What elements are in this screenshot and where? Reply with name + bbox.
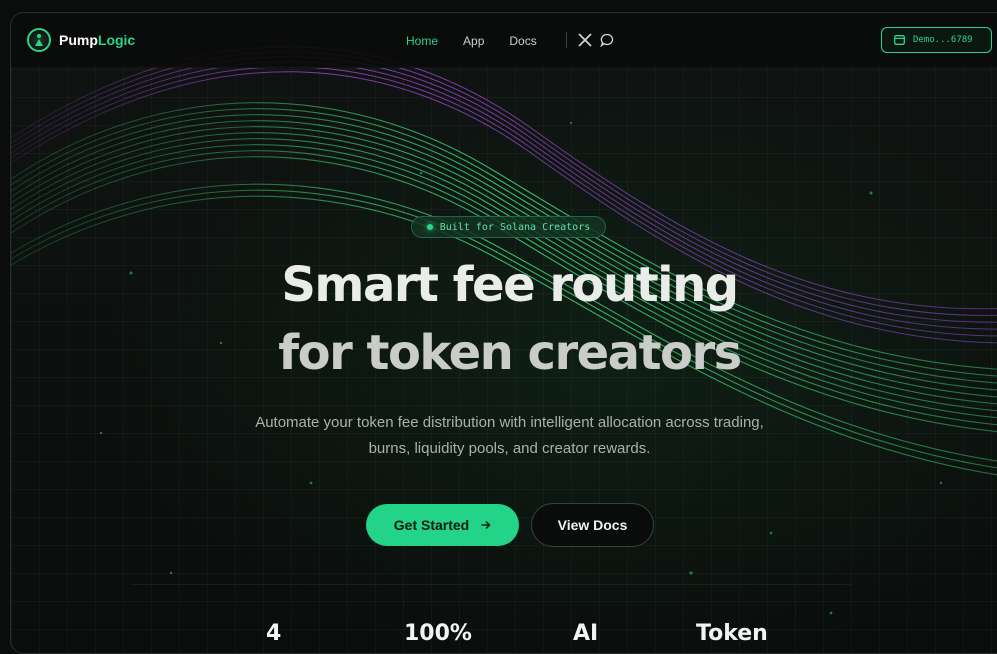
badge-text: Built for Solana Creators [439,221,591,233]
wallet-icon [894,35,905,45]
wallet-button[interactable]: Demo...6789 [881,27,992,53]
get-started-label: Get Started [393,517,470,533]
stat-value: 100% [404,621,472,646]
brand-name-part2: Logic [97,32,136,48]
nav-link-app[interactable]: App [463,34,484,48]
hero-title-line2: for token creators [278,325,742,381]
nav-separator [566,32,567,48]
stat-value: 4 [266,621,282,646]
arrow-right-icon [481,521,491,529]
view-docs-button[interactable]: View Docs [531,503,654,547]
section-divider [131,584,851,585]
stat-value: Token [696,621,768,646]
app-frame: PumpLogic Home App Docs Demo...6789 Buil… [10,12,997,654]
hero-subtitle: Automate your token fee distribution wit… [255,414,764,457]
nav-link-home[interactable]: Home [406,34,438,48]
status-dot-icon [426,224,433,230]
nav-links: Home App Docs [406,34,537,48]
wallet-address: Demo...6789 [913,35,973,45]
chat-icon[interactable] [600,33,614,47]
view-docs-label: View Docs [557,517,628,533]
hero-title-line1: Smart fee routing [281,257,739,313]
badge-pill: Built for Solana Creators [411,216,606,238]
stat-value: AI [573,621,599,646]
top-navbar: PumpLogic Home App Docs Demo...6789 [11,13,997,68]
get-started-button[interactable]: Get Started [366,504,519,546]
nav-link-docs[interactable]: Docs [509,34,536,48]
brand-logo-icon [27,28,51,52]
stats-row: 4 100% AI Token [11,621,997,651]
x-icon[interactable] [578,33,592,47]
brand-name-part1: Pump [59,32,98,48]
brand[interactable]: PumpLogic [27,28,135,52]
brand-name: PumpLogic [59,32,135,48]
